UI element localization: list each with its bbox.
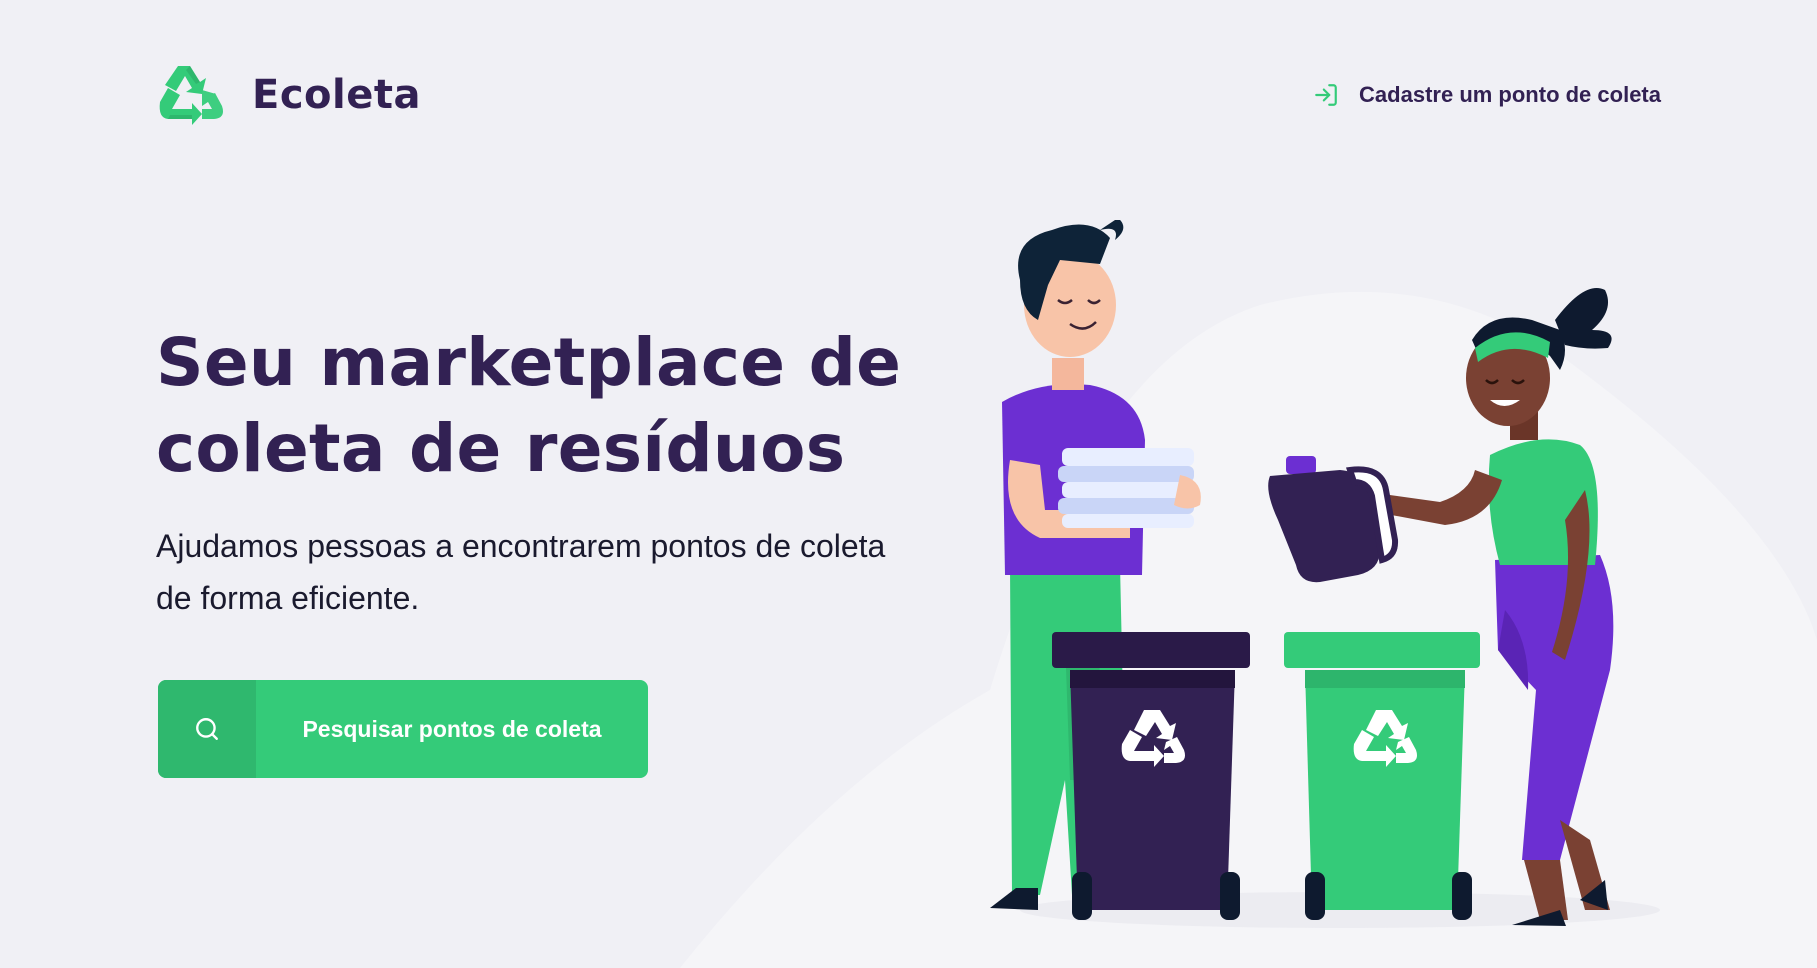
app-name: Ecoleta xyxy=(252,72,421,118)
dark-recycling-bin xyxy=(1052,632,1250,920)
recycling-people-illustration xyxy=(680,220,1817,968)
hero-subtitle-line-2: de forma eficiente. xyxy=(156,580,420,616)
search-button-label: Pesquisar pontos de coleta xyxy=(302,715,602,742)
page-header: Ecoleta Cadastre um ponto de coleta xyxy=(156,60,1661,130)
register-collection-point-link[interactable]: Cadastre um ponto de coleta xyxy=(1313,60,1661,130)
logo: Ecoleta xyxy=(156,60,421,130)
clothes-stack xyxy=(1058,448,1194,528)
background-blob xyxy=(680,291,1817,968)
landing-page: Ecoleta Cadastre um ponto de coleta Seu … xyxy=(0,0,1817,968)
recycle-icon xyxy=(159,66,223,125)
green-recycling-bin xyxy=(1284,632,1480,920)
register-link-label: Cadastre um ponto de coleta xyxy=(1359,82,1661,107)
search-icon xyxy=(196,718,218,740)
log-in-icon xyxy=(1315,84,1337,106)
search-collection-points-button[interactable]: Pesquisar pontos de coleta xyxy=(158,680,648,778)
search-button-icon-box xyxy=(158,680,256,778)
